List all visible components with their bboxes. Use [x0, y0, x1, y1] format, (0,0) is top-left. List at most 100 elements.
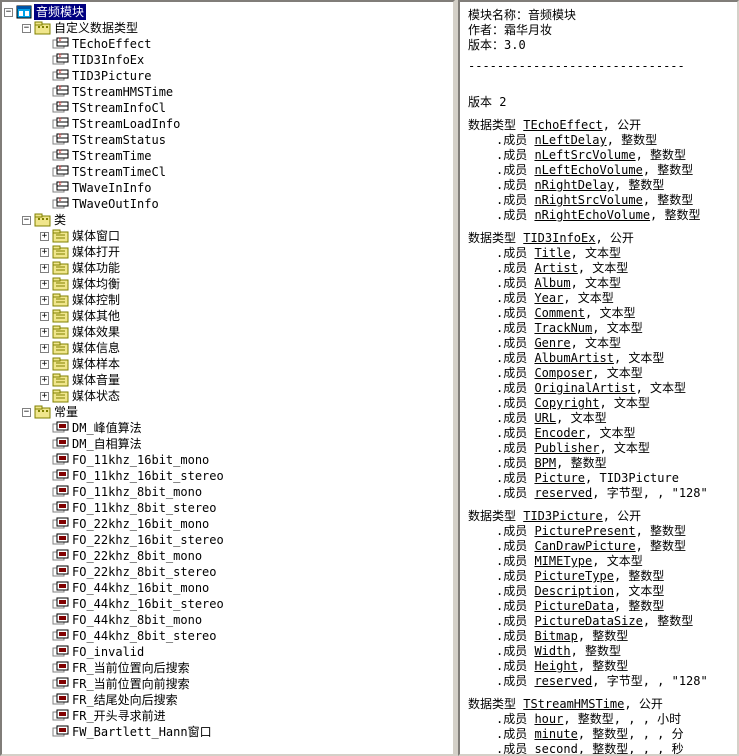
tree-item-label[interactable]: 媒体均衡	[70, 276, 122, 292]
tree-item-label[interactable]: FO_11khz_8bit_mono	[70, 484, 204, 500]
tree-item-label[interactable]: FO_44khz_16bit_mono	[70, 580, 211, 596]
tree-item[interactable]: FO_11khz_8bit_mono	[4, 484, 451, 500]
tree-item[interactable]: DTStreamStatus	[4, 132, 451, 148]
tree-item[interactable]: DTEchoEffect	[4, 36, 451, 52]
tree-item[interactable]: FO_22khz_8bit_mono	[4, 548, 451, 564]
tree-item-label[interactable]: TWaveOutInfo	[70, 196, 161, 212]
tree-item[interactable]: 媒体信息	[4, 340, 451, 356]
tree-item[interactable]: FR_当前位置向后搜索	[4, 660, 451, 676]
tree-item-label[interactable]: FO_22khz_8bit_stereo	[70, 564, 219, 580]
tree-item[interactable]: FO_11khz_8bit_stereo	[4, 500, 451, 516]
tree-item-label[interactable]: FO_22khz_8bit_mono	[70, 548, 204, 564]
tree-item[interactable]: DTID3Picture	[4, 68, 451, 84]
tree-item[interactable]: FR_开头寻求前进	[4, 708, 451, 724]
tree-item[interactable]: FO_22khz_8bit_stereo	[4, 564, 451, 580]
tree-item[interactable]: FO_44khz_8bit_mono	[4, 612, 451, 628]
tree-item-label[interactable]: FO_22khz_16bit_mono	[70, 516, 211, 532]
tree-item[interactable]: FO_44khz_16bit_mono	[4, 580, 451, 596]
tree-item-label[interactable]: 音频模块	[34, 4, 86, 20]
tree-item[interactable]: DTWaveInInfo	[4, 180, 451, 196]
tree-item-label[interactable]: TStreamTime	[70, 148, 153, 164]
tree-item[interactable]: DTStreamTimeCl	[4, 164, 451, 180]
tree-item-label[interactable]: DM_自相算法	[70, 436, 144, 452]
tree-item[interactable]: 媒体窗口	[4, 228, 451, 244]
tree-item-label[interactable]: 媒体打开	[70, 244, 122, 260]
tree-item-label[interactable]: 类	[52, 212, 68, 228]
tree-item-label[interactable]: FO_invalid	[70, 644, 146, 660]
tree-item-label[interactable]: TEchoEffect	[70, 36, 153, 52]
tree-item[interactable]: 媒体打开	[4, 244, 451, 260]
tree-item[interactable]: FO_11khz_16bit_mono	[4, 452, 451, 468]
tree-item[interactable]: 类	[4, 212, 451, 228]
tree-item-label[interactable]: FO_44khz_16bit_stereo	[70, 596, 226, 612]
tree-item[interactable]: 媒体功能	[4, 260, 451, 276]
tree-item-label[interactable]: TStreamHMSTime	[70, 84, 175, 100]
expand-icon[interactable]	[40, 264, 49, 273]
tree-item[interactable]: FO_22khz_16bit_mono	[4, 516, 451, 532]
tree-item-label[interactable]: 媒体效果	[70, 324, 122, 340]
tree-panel[interactable]: 音频模块自定义数据类型DTEchoEffectDTID3InfoExDTID3P…	[0, 0, 455, 756]
tree-item-label[interactable]: TStreamLoadInfo	[70, 116, 182, 132]
tree-item-label[interactable]: FR_当前位置向前搜索	[70, 676, 192, 692]
tree-item-label[interactable]: 常量	[52, 404, 80, 420]
tree-item-label[interactable]: FR_当前位置向后搜索	[70, 660, 192, 676]
expand-icon[interactable]	[40, 280, 49, 289]
tree-item[interactable]: DTStreamInfoCl	[4, 100, 451, 116]
tree-item[interactable]: 媒体效果	[4, 324, 451, 340]
tree-item-label[interactable]: 媒体窗口	[70, 228, 122, 244]
tree-item[interactable]: FO_44khz_16bit_stereo	[4, 596, 451, 612]
tree-item[interactable]: 媒体均衡	[4, 276, 451, 292]
tree-item[interactable]: DTWaveOutInfo	[4, 196, 451, 212]
expand-icon[interactable]	[40, 376, 49, 385]
expand-icon[interactable]	[40, 248, 49, 257]
tree-item-label[interactable]: DM_峰值算法	[70, 420, 144, 436]
tree-item[interactable]: FO_11khz_16bit_stereo	[4, 468, 451, 484]
info-panel[interactable]: 模块名称：音频模块作者：霜华月妆版本：3.0------------------…	[458, 0, 739, 756]
tree-item[interactable]: 媒体其他	[4, 308, 451, 324]
tree-item-label[interactable]: 媒体音量	[70, 372, 122, 388]
tree-item-label[interactable]: TWaveInInfo	[70, 180, 153, 196]
tree-item-label[interactable]: 自定义数据类型	[52, 20, 140, 36]
expand-icon[interactable]	[40, 296, 49, 305]
expand-icon[interactable]	[40, 344, 49, 353]
collapse-icon[interactable]	[22, 216, 31, 225]
tree-item[interactable]: 媒体控制	[4, 292, 451, 308]
tree-item-label[interactable]: FO_11khz_8bit_stereo	[70, 500, 219, 516]
tree-item[interactable]: FW_Bartlett_Hann窗口	[4, 724, 451, 740]
tree-item-label[interactable]: TStreamStatus	[70, 132, 168, 148]
tree-item-label[interactable]: FO_11khz_16bit_stereo	[70, 468, 226, 484]
tree-item-label[interactable]: FO_44khz_8bit_mono	[70, 612, 204, 628]
tree-item[interactable]: DTID3InfoEx	[4, 52, 451, 68]
tree-item-label[interactable]: FW_Bartlett_Hann窗口	[70, 724, 214, 740]
tree-item[interactable]: FR_结尾处向后搜索	[4, 692, 451, 708]
tree-item[interactable]: 媒体音量	[4, 372, 451, 388]
tree-item[interactable]: FO_invalid	[4, 644, 451, 660]
tree-item-label[interactable]: 媒体信息	[70, 340, 122, 356]
tree-item[interactable]: 自定义数据类型	[4, 20, 451, 36]
tree-item[interactable]: DTStreamLoadInfo	[4, 116, 451, 132]
tree-item-label[interactable]: 媒体状态	[70, 388, 122, 404]
tree-item-label[interactable]: TStreamTimeCl	[70, 164, 168, 180]
tree-item-label[interactable]: FR_开头寻求前进	[70, 708, 168, 724]
expand-icon[interactable]	[40, 392, 49, 401]
tree-item-label[interactable]: TID3InfoEx	[70, 52, 146, 68]
tree-item-label[interactable]: FO_11khz_16bit_mono	[70, 452, 211, 468]
tree-item-label[interactable]: 媒体样本	[70, 356, 122, 372]
tree-item[interactable]: FR_当前位置向前搜索	[4, 676, 451, 692]
collapse-icon[interactable]	[4, 8, 13, 17]
expand-icon[interactable]	[40, 328, 49, 337]
expand-icon[interactable]	[40, 312, 49, 321]
tree-item[interactable]: 音频模块	[4, 4, 451, 20]
collapse-icon[interactable]	[22, 24, 31, 33]
tree-item-label[interactable]: TID3Picture	[70, 68, 153, 84]
tree-item-label[interactable]: 媒体其他	[70, 308, 122, 324]
tree-item-label[interactable]: FO_22khz_16bit_stereo	[70, 532, 226, 548]
expand-icon[interactable]	[40, 360, 49, 369]
tree-item[interactable]: FO_44khz_8bit_stereo	[4, 628, 451, 644]
tree-item[interactable]: 常量	[4, 404, 451, 420]
module-tree[interactable]: 音频模块自定义数据类型DTEchoEffectDTID3InfoExDTID3P…	[2, 2, 453, 742]
tree-item-label[interactable]: 媒体控制	[70, 292, 122, 308]
collapse-icon[interactable]	[22, 408, 31, 417]
tree-item[interactable]: DM_峰值算法	[4, 420, 451, 436]
tree-item[interactable]: 媒体状态	[4, 388, 451, 404]
